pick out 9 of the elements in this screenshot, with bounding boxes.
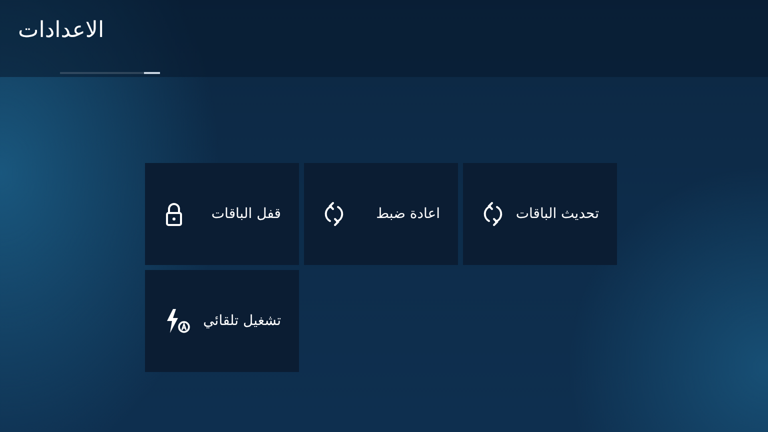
auto-flash-icon: [165, 308, 191, 334]
lock-icon: [165, 202, 183, 226]
refresh-icon: [483, 201, 503, 227]
settings-tile[interactable]: تشغيل تلقائي: [145, 270, 299, 372]
settings-tile[interactable]: اعادة ضبط: [304, 163, 458, 265]
refresh-icon: [324, 201, 344, 227]
page-title: الاعدادات: [18, 18, 104, 43]
settings-tile[interactable]: قفل الباقات: [145, 163, 299, 265]
settings-tile[interactable]: تحديث الباقات: [463, 163, 617, 265]
